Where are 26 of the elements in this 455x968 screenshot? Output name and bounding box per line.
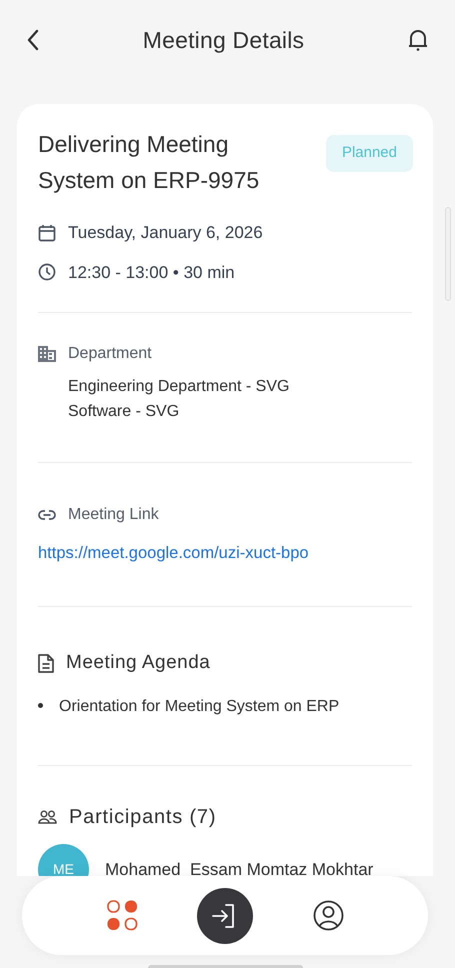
agenda-item: Orientation for Meeting System on ERP — [59, 697, 340, 718]
avatar: ME — [38, 844, 89, 876]
scrollbar[interactable] — [445, 207, 451, 301]
bullet-icon — [38, 703, 43, 708]
status-badge: Planned — [326, 135, 413, 172]
link-icon — [38, 510, 56, 520]
department-label: Department — [68, 344, 152, 364]
department-value: Engineering Department - SVG Software - SVG — [68, 377, 290, 422]
user-icon — [312, 900, 344, 931]
agenda-title: Meeting Agenda — [66, 650, 210, 675]
participants-title: Participants (7) — [69, 805, 216, 830]
participant-name: Mohamed Essam Momtaz Mokhtar — [105, 859, 374, 876]
meeting-date: Tuesday, January 6, 2026 — [68, 222, 263, 244]
meeting-time: 12:30 - 13:00 • 30 min — [68, 262, 235, 284]
building-icon — [38, 346, 56, 362]
document-icon — [38, 654, 54, 672]
back-icon[interactable] — [26, 29, 40, 51]
clock-icon — [38, 263, 56, 282]
meeting-link-label: Meeting Link — [68, 505, 159, 525]
notification-bell-icon[interactable] — [407, 28, 429, 52]
page-title: Meeting Details — [142, 26, 304, 55]
grid-icon — [106, 900, 138, 931]
meeting-title: Delivering Meeting System on ERP-9975 — [38, 130, 260, 195]
calendar-icon — [38, 224, 56, 242]
meeting-link[interactable]: https://meet.google.com/uzi-xuct-bpo — [38, 541, 309, 566]
people-icon — [38, 810, 57, 824]
